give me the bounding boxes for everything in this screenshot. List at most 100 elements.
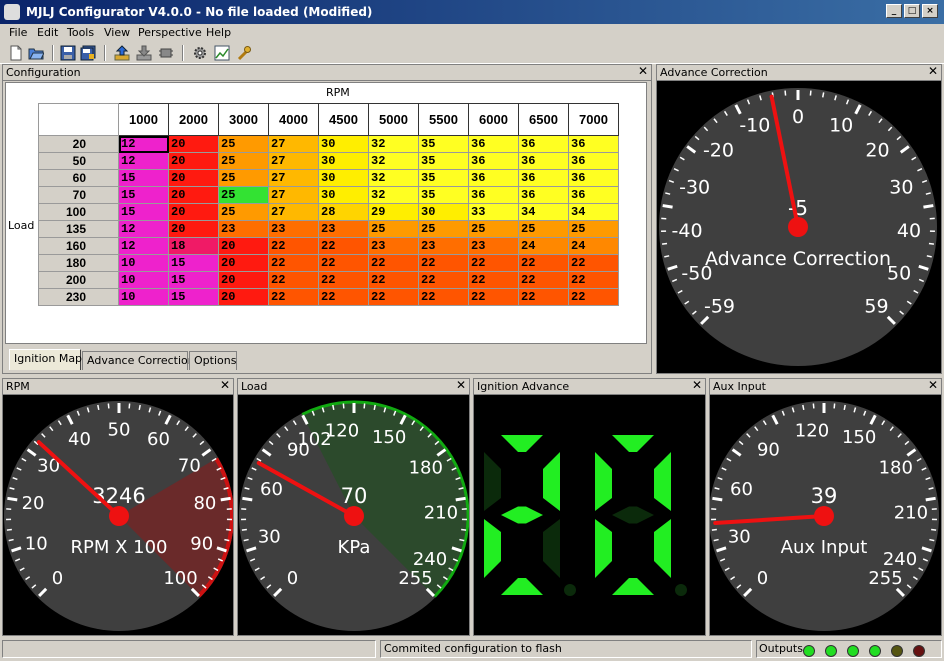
map-cell[interactable]: 36 — [568, 169, 619, 187]
rpm-bin-header[interactable]: 7000 — [568, 103, 619, 136]
map-cell[interactable]: 22 — [268, 288, 319, 306]
map-cell[interactable]: 20 — [218, 271, 269, 289]
map-cell[interactable]: 22 — [518, 271, 569, 289]
map-cell[interactable]: 33 — [468, 203, 519, 221]
close-icon[interactable]: ✕ — [692, 378, 702, 392]
map-cell[interactable]: 15 — [168, 271, 219, 289]
menu-file[interactable]: File — [9, 26, 27, 39]
new-file-icon[interactable] — [8, 45, 24, 61]
map-cell[interactable]: 15 — [118, 186, 169, 204]
map-cell[interactable]: 22 — [368, 254, 419, 272]
map-cell[interactable]: 22 — [268, 271, 319, 289]
map-cell[interactable]: 23 — [318, 220, 369, 238]
map-cell[interactable]: 25 — [218, 203, 269, 221]
load-bin-header[interactable]: 20 — [38, 135, 119, 153]
map-cell[interactable]: 32 — [368, 169, 419, 187]
map-cell[interactable]: 24 — [568, 237, 619, 255]
map-cell[interactable]: 22 — [418, 288, 469, 306]
rpm-bin-header[interactable]: 1000 — [118, 103, 169, 136]
map-cell[interactable]: 22 — [418, 271, 469, 289]
minimize-button[interactable]: _ — [886, 4, 902, 18]
map-cell[interactable]: 35 — [418, 152, 469, 170]
map-cell[interactable]: 15 — [168, 254, 219, 272]
menu-view[interactable]: View — [104, 26, 130, 39]
tab-options[interactable]: Options — [189, 351, 237, 370]
load-bin-header[interactable]: 230 — [38, 288, 119, 306]
map-cell[interactable]: 27 — [268, 169, 319, 187]
load-bin-header[interactable]: 160 — [38, 237, 119, 255]
close-button[interactable]: × — [922, 4, 938, 18]
rpm-bin-header[interactable]: 5500 — [418, 103, 469, 136]
maximize-button[interactable]: □ — [904, 4, 920, 18]
map-cell[interactable]: 30 — [318, 152, 369, 170]
map-cell[interactable]: 22 — [518, 288, 569, 306]
load-bin-header[interactable]: 50 — [38, 152, 119, 170]
map-cell[interactable]: 10 — [118, 254, 169, 272]
rpm-bin-header[interactable]: 6500 — [518, 103, 569, 136]
close-icon[interactable]: ✕ — [928, 378, 938, 392]
map-cell[interactable]: 36 — [518, 169, 569, 187]
map-cell[interactable]: 36 — [568, 135, 619, 153]
map-cell[interactable]: 15 — [118, 203, 169, 221]
map-cell[interactable]: 22 — [318, 254, 369, 272]
menu-help[interactable]: Help — [206, 26, 231, 39]
menu-edit[interactable]: Edit — [37, 26, 58, 39]
download-icon[interactable] — [136, 45, 152, 61]
map-cell[interactable]: 20 — [218, 237, 269, 255]
map-cell[interactable]: 20 — [168, 203, 219, 221]
tab-ignition-map[interactable]: Ignition Map — [9, 349, 82, 370]
map-cell[interactable]: 36 — [468, 152, 519, 170]
load-bin-header[interactable]: 100 — [38, 203, 119, 221]
load-bin-header[interactable]: 70 — [38, 186, 119, 204]
map-cell[interactable]: 36 — [518, 152, 569, 170]
rpm-bin-header[interactable]: 4000 — [268, 103, 319, 136]
map-cell[interactable]: 10 — [118, 288, 169, 306]
rpm-bin-header[interactable]: 5000 — [368, 103, 419, 136]
map-cell[interactable]: 36 — [468, 186, 519, 204]
map-cell[interactable]: 23 — [218, 220, 269, 238]
map-cell[interactable]: 35 — [418, 186, 469, 204]
map-cell[interactable]: 23 — [268, 220, 319, 238]
map-cell[interactable]: 23 — [418, 237, 469, 255]
map-cell[interactable]: 22 — [268, 254, 319, 272]
map-cell[interactable]: 27 — [268, 186, 319, 204]
map-cell[interactable]: 22 — [568, 288, 619, 306]
map-cell[interactable]: 36 — [518, 135, 569, 153]
close-icon[interactable]: ✕ — [638, 64, 648, 78]
map-cell[interactable]: 36 — [468, 135, 519, 153]
map-cell[interactable]: 20 — [168, 135, 219, 153]
map-cell[interactable]: 25 — [568, 220, 619, 238]
map-cell[interactable]: 25 — [218, 169, 269, 187]
map-cell[interactable]: 10 — [118, 271, 169, 289]
map-cell[interactable]: 22 — [568, 254, 619, 272]
map-cell[interactable]: 35 — [418, 169, 469, 187]
rpm-bin-header[interactable]: 2000 — [168, 103, 219, 136]
map-cell[interactable]: 20 — [168, 220, 219, 238]
map-cell[interactable]: 32 — [368, 186, 419, 204]
map-cell[interactable]: 22 — [318, 237, 369, 255]
map-cell[interactable]: 15 — [118, 169, 169, 187]
map-cell[interactable]: 36 — [568, 186, 619, 204]
map-cell[interactable]: 20 — [168, 152, 219, 170]
map-cell[interactable]: 30 — [318, 169, 369, 187]
close-icon[interactable]: ✕ — [456, 378, 466, 392]
map-cell[interactable]: 15 — [168, 288, 219, 306]
map-cell[interactable]: 30 — [418, 203, 469, 221]
map-cell[interactable]: 25 — [218, 135, 269, 153]
map-cell[interactable]: 25 — [218, 152, 269, 170]
map-cell[interactable]: 35 — [418, 135, 469, 153]
map-cell[interactable]: 25 — [368, 220, 419, 238]
map-cell[interactable]: 25 — [518, 220, 569, 238]
map-cell[interactable]: 30 — [318, 135, 369, 153]
load-bin-header[interactable]: 60 — [38, 169, 119, 187]
open-folder-icon[interactable] — [28, 45, 44, 61]
map-cell[interactable]: 22 — [518, 254, 569, 272]
map-cell[interactable]: 25 — [218, 186, 269, 204]
load-bin-header[interactable]: 180 — [38, 254, 119, 272]
map-cell[interactable]: 20 — [218, 288, 269, 306]
upload-icon[interactable] — [114, 45, 130, 61]
save-all-icon[interactable] — [80, 45, 96, 61]
map-cell[interactable]: 22 — [268, 237, 319, 255]
map-cell[interactable]: 12 — [118, 135, 169, 153]
close-icon[interactable]: ✕ — [220, 378, 230, 392]
